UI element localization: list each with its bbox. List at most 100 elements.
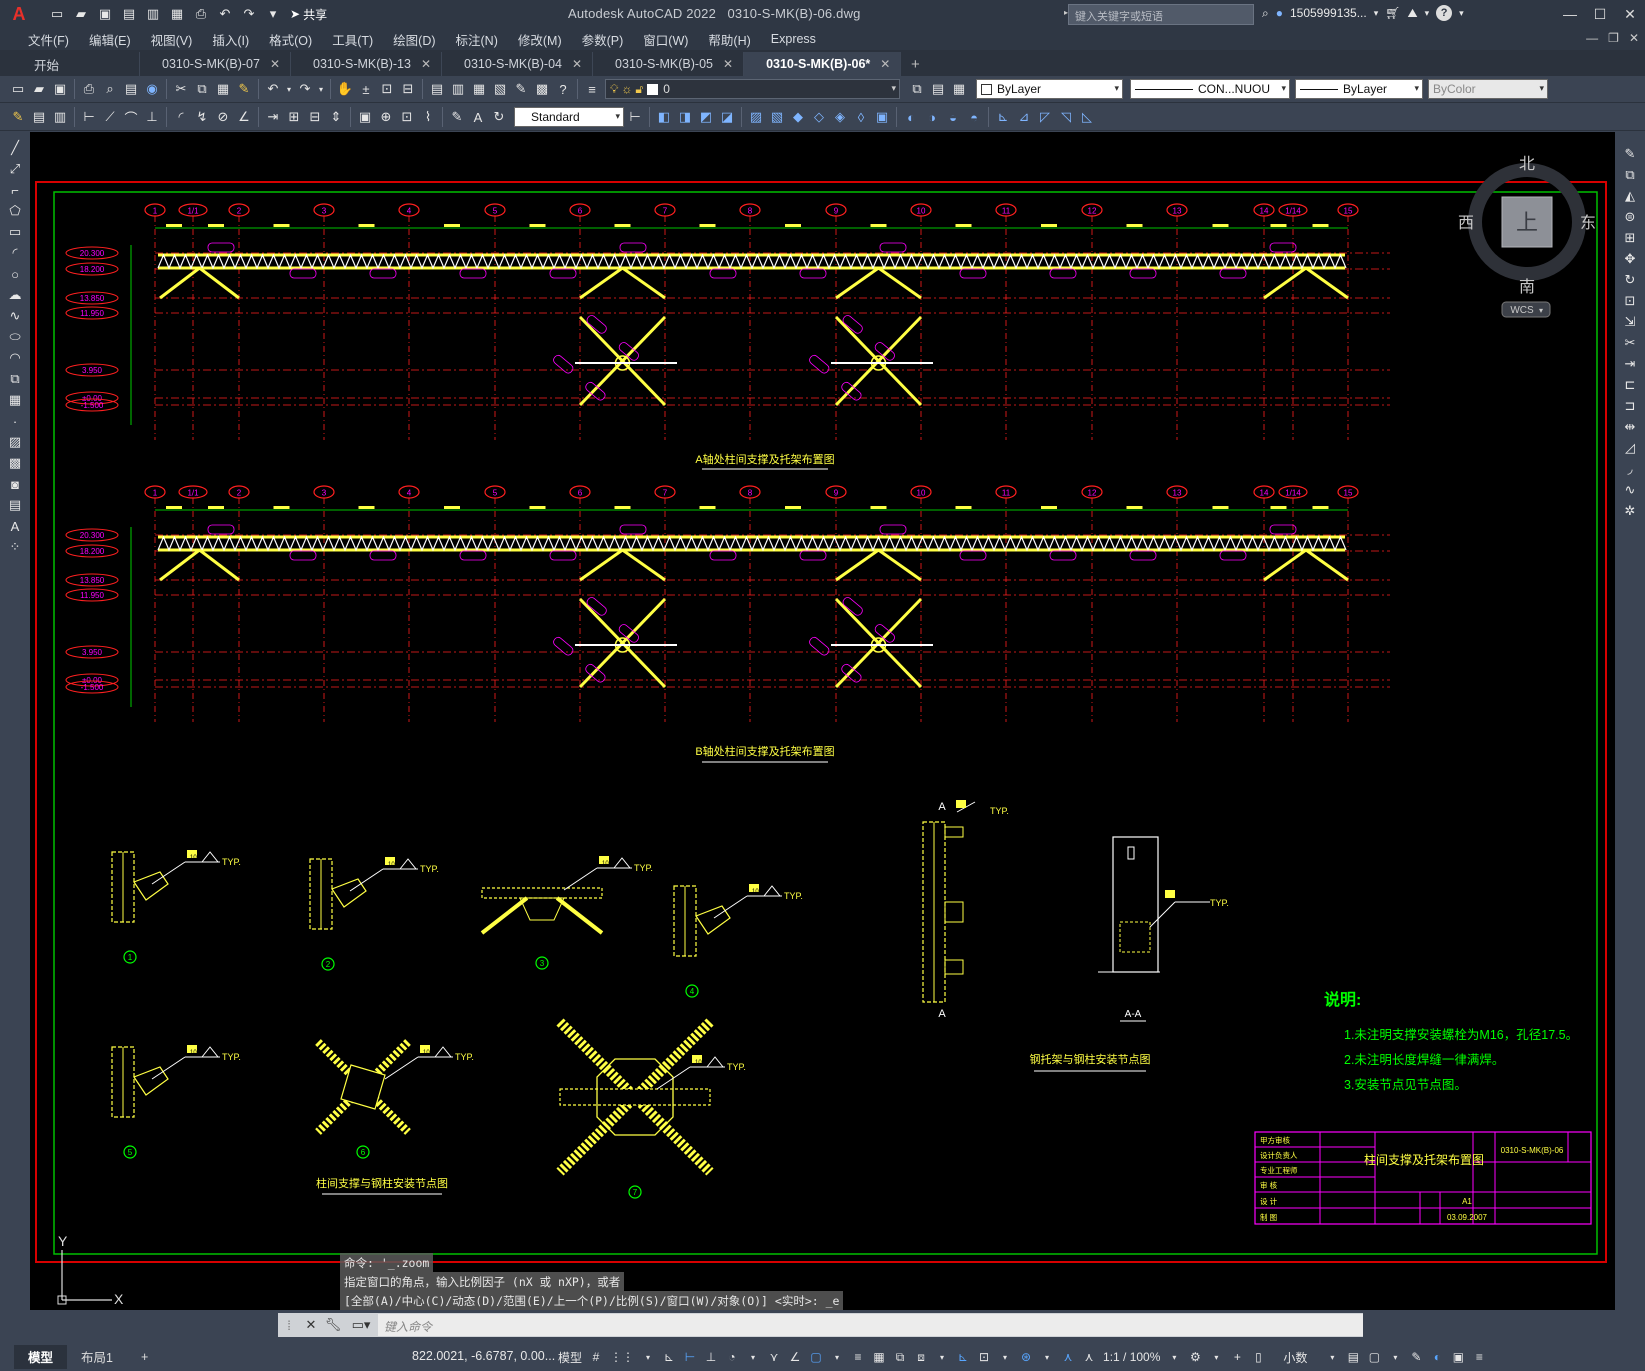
tab-start[interactable]: 开始 [0, 52, 140, 76]
save-icon[interactable]: ▣ [94, 4, 116, 24]
inspect-icon[interactable]: ⊡ [397, 107, 417, 127]
chevron-down-icon[interactable]: ▾ [1038, 1346, 1056, 1368]
customization-icon[interactable]: ≡ [1470, 1346, 1488, 1368]
close-icon[interactable]: ✕ [1615, 0, 1645, 28]
explode-icon[interactable]: ✲ [1619, 501, 1641, 521]
polygon-icon[interactable]: ⬠ [4, 201, 26, 221]
dim-update-icon[interactable]: ↻ [489, 107, 509, 127]
dynamic-ucs-icon[interactable]: ⊾ [954, 1346, 972, 1368]
lineweight-icon[interactable]: ≡ [849, 1346, 867, 1368]
color-dropdown[interactable]: ByLayer ▾ [976, 79, 1123, 99]
array-icon[interactable]: ⊞ [1619, 228, 1641, 248]
radius-icon[interactable]: ◜ [171, 107, 191, 127]
aligned-dimension-icon[interactable]: ⟋ [100, 107, 120, 127]
gradient-icon[interactable]: ▩ [4, 453, 26, 473]
doc-restore-icon[interactable]: ❐ [1608, 31, 1619, 45]
cart-icon[interactable]: 🛒︎ [1385, 6, 1400, 20]
quick-properties-icon[interactable]: ▤ [1344, 1346, 1362, 1368]
zoom-realtime-icon[interactable]: ± [356, 79, 376, 99]
scale-icon[interactable]: ⊡ [1619, 291, 1641, 311]
polyline-icon[interactable]: ⌐ [4, 180, 26, 200]
chevron-down-icon[interactable]: ▾ [316, 79, 326, 99]
angular-icon[interactable]: ∠ [234, 107, 254, 127]
dim-text-edit-icon[interactable]: A [468, 107, 488, 127]
layer-states-icon[interactable]: ▦ [949, 79, 969, 99]
chevron-down-icon[interactable]: ▾ [1323, 1346, 1341, 1368]
copy-object-icon[interactable]: ⧉ [1619, 165, 1641, 185]
tool-palettes-icon[interactable]: ▦ [469, 79, 489, 99]
circle-icon[interactable]: ○ [4, 264, 26, 284]
rectangle-icon[interactable]: ▭ [4, 222, 26, 242]
ucs-object-icon[interactable]: ◺ [1077, 107, 1097, 127]
sw-iso-icon[interactable]: ◆ [788, 107, 808, 127]
chevron-down-icon[interactable]: ▾ [639, 1346, 657, 1368]
autodesk-a360-icon[interactable]: ⛰︎ [1408, 6, 1418, 21]
tab-model[interactable]: 模型 [14, 1344, 68, 1369]
viewcube-east[interactable]: 东 [1580, 214, 1596, 232]
quick-dimension-icon[interactable]: ⇥ [263, 107, 283, 127]
undo-icon[interactable]: ↶ [263, 79, 283, 99]
customize-icon[interactable]: 🔧︎ [322, 1314, 344, 1336]
auto-scale-icon[interactable]: ⋏ [1080, 1346, 1098, 1368]
view-front-icon[interactable]: ▨ [746, 107, 766, 127]
zoom-window-icon[interactable]: ⊡ [377, 79, 397, 99]
point-icon[interactable]: · [4, 411, 26, 431]
linear-dimension-icon[interactable]: ⊢ [79, 107, 99, 127]
properties-icon[interactable]: ▤ [427, 79, 447, 99]
new-file-icon[interactable]: ▭ [46, 4, 68, 24]
share-button[interactable]: ➤ 共享 [290, 6, 327, 23]
chevron-down-icon[interactable]: ▾ [1165, 1346, 1183, 1368]
layer-isolate-icon[interactable]: ▥ [50, 107, 70, 127]
annotation-monitor-icon[interactable]: + [1228, 1346, 1246, 1368]
cut-icon[interactable]: ✂ [171, 79, 191, 99]
make-block-icon[interactable]: ▦ [4, 390, 26, 410]
layer-walk-icon[interactable]: ▤ [29, 107, 49, 127]
menu-edit[interactable]: 编辑(E) [79, 30, 141, 49]
menu-modify[interactable]: 修改(M) [508, 30, 572, 49]
match-properties-icon[interactable]: ✎ [234, 79, 254, 99]
region-icon[interactable]: ◙ [4, 474, 26, 494]
pan-icon[interactable]: ✋ [335, 79, 355, 99]
visual-style-3d-icon[interactable]: ◑ [922, 107, 942, 127]
doc-close-icon[interactable]: ✕ [1629, 31, 1639, 45]
selection-cycling-icon[interactable]: ⧉ [891, 1346, 909, 1368]
save-as-icon[interactable]: ▤ [118, 4, 140, 24]
layer-properties-icon[interactable]: ≡ [582, 79, 602, 99]
tab-0310-s-mk-b-06[interactable]: 0310-S-MK(B)-06* ✕ [744, 52, 902, 76]
ne-iso-icon[interactable]: ◈ [830, 107, 850, 127]
close-tab-icon[interactable]: ✕ [421, 57, 431, 71]
tab-0310-s-mk-b-04[interactable]: 0310-S-MK(B)-04 ✕ [442, 52, 594, 76]
chamfer-icon[interactable]: ◿ [1619, 438, 1641, 458]
maximize-icon[interactable]: ☐ [1585, 0, 1615, 28]
dim-edit-icon[interactable]: ✎ [447, 107, 467, 127]
menu-parametric[interactable]: 参数(P) [572, 30, 634, 49]
polar-tracking-icon[interactable]: ◔ [723, 1346, 741, 1368]
add-selected-icon[interactable]: ⁘ [4, 537, 26, 557]
fillet-icon[interactable]: ◞ [1619, 459, 1641, 479]
object-snap-tracking-icon[interactable]: ∠ [786, 1346, 804, 1368]
minimize-icon[interactable]: — [1555, 0, 1585, 28]
calculator-icon[interactable]: ▩ [532, 79, 552, 99]
model-space-toggle[interactable]: 模型 [556, 1346, 584, 1368]
menu-insert[interactable]: 插入(I) [202, 30, 259, 49]
close-tab-icon[interactable]: ✕ [270, 57, 280, 71]
table-icon[interactable]: ▤ [4, 495, 26, 515]
menu-tools[interactable]: 工具(T) [322, 30, 383, 49]
command-input[interactable]: 键入命令 [378, 1314, 1363, 1336]
user-icon[interactable]: ● [1276, 6, 1283, 20]
tab-layout1[interactable]: 布局1 [67, 1345, 127, 1369]
multiline-text-icon[interactable]: A [4, 516, 26, 536]
chevron-down-icon[interactable]: ▾ [284, 79, 294, 99]
dimension-style-dropdown[interactable]: Standard ▾ [514, 107, 624, 127]
viewcube-north[interactable]: 北 [1519, 155, 1535, 173]
plot-icon[interactable]: ⎙ [190, 4, 212, 24]
menu-dimension[interactable]: 标注(N) [446, 30, 508, 49]
linetype-dropdown[interactable]: CON...NUOU ▾ [1130, 79, 1290, 99]
export-icon[interactable]: ▦ [166, 4, 188, 24]
ellipse-icon[interactable]: ⬭ [4, 327, 26, 347]
nw-iso-icon[interactable]: ◊ [851, 107, 871, 127]
close-tab-icon[interactable]: ✕ [880, 57, 890, 71]
graphics-performance-icon[interactable]: ◐ [1428, 1346, 1446, 1368]
open-file-icon[interactable]: ▰ [70, 4, 92, 24]
chevron-down-icon[interactable]: ▾ [1425, 8, 1430, 19]
